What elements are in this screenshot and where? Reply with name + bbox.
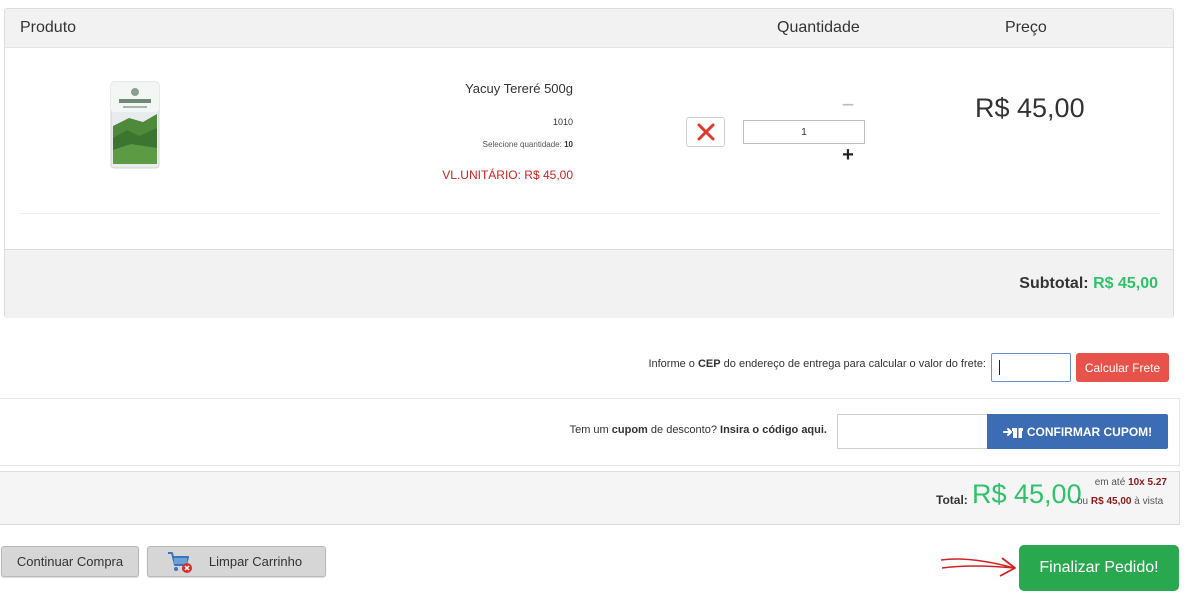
product-select-quantity: Selecione quantidade: 10 — [483, 140, 573, 149]
text-caret — [999, 360, 1000, 375]
frete-label-cep: CEP — [697, 358, 721, 370]
subtotal-bar: Subtotal: R$ 45,00 — [5, 249, 1173, 318]
remove-item-button[interactable] — [686, 117, 725, 147]
item-price: R$ 45,00 — [975, 93, 1085, 123]
header-produto: Produto — [20, 19, 77, 36]
cart-table: Produto Quantidade Preço Yacuy Tereré 50… — [4, 8, 1174, 318]
cash-pre: ou — [1077, 496, 1089, 507]
confirmar-cupom-label: CONFIRMAR CUPOM! — [1026, 424, 1153, 439]
subtotal: Subtotal: R$ 45,00 — [1019, 275, 1158, 293]
cupom-label-bold1: cupom — [611, 424, 648, 436]
finalizar-pedido-button[interactable]: Finalizar Pedido! — [1019, 545, 1179, 591]
product-image[interactable] — [109, 78, 161, 170]
cash-value: R$ 45,00 — [1090, 496, 1132, 507]
cart-remove-icon — [167, 551, 192, 573]
limpar-carrinho-button[interactable]: Limpar Carrinho — [147, 546, 326, 577]
header-quantidade: Quantidade — [777, 19, 860, 36]
quantity-input[interactable] — [743, 120, 865, 144]
continuar-compra-button[interactable]: Continuar Compra — [1, 546, 139, 577]
select-quantity-label: Selecione quantidade: — [482, 140, 562, 149]
increase-quantity-button[interactable]: + — [840, 145, 856, 165]
close-icon — [697, 123, 714, 141]
cupom-label-bold2: Insira o código aqui. — [720, 424, 827, 436]
frete-label: Informe o CEP do endereço de entrega par… — [648, 358, 986, 370]
product-name[interactable]: Yacuy Tereré 500g — [465, 81, 573, 96]
subtotal-label: Subtotal: — [1019, 275, 1089, 292]
installments-info: em até 10x 5.27 — [1095, 477, 1167, 488]
frete-label-post: do endereço de entrega para calcular o v… — [723, 358, 986, 370]
installments-pre: em até — [1094, 477, 1126, 488]
subtotal-value: R$ 45,00 — [1093, 275, 1158, 292]
cupom-input[interactable] — [837, 414, 988, 449]
installments-value: 10x 5.27 — [1128, 477, 1167, 488]
cupom-label-pre: Tem um — [569, 424, 609, 436]
product-unit-price: VL.UNITÁRIO: R$ 45,00 — [442, 168, 573, 182]
limpar-carrinho-label: Limpar Carrinho — [208, 554, 303, 569]
select-quantity-value: 10 — [564, 140, 573, 149]
cart-header: Produto Quantidade Preço — [5, 9, 1173, 48]
gift-arrow-icon — [1002, 427, 1023, 438]
total-label: Total: — [936, 493, 968, 507]
confirmar-cupom-button[interactable]: CONFIRMAR CUPOM! — [987, 414, 1168, 449]
row-divider — [20, 213, 1160, 214]
cash-post: à vista — [1134, 496, 1164, 507]
total-value: R$ 45,00 — [972, 479, 1082, 509]
frete-label-pre: Informe o — [648, 358, 695, 370]
cep-input[interactable] — [991, 353, 1071, 382]
cash-price-info: ou R$ 45,00 à vista — [1077, 496, 1163, 507]
cupom-label: Tem um cupom de desconto? Insira o códig… — [570, 424, 827, 436]
header-preco: Preço — [1005, 19, 1047, 36]
arrow-icon — [940, 557, 1016, 577]
calcular-frete-button[interactable]: Calcular Frete — [1076, 353, 1169, 382]
decrease-quantity-button[interactable]: − — [840, 94, 856, 116]
cupom-label-mid: de desconto? — [650, 424, 717, 436]
product-code: 1010 — [552, 117, 573, 127]
